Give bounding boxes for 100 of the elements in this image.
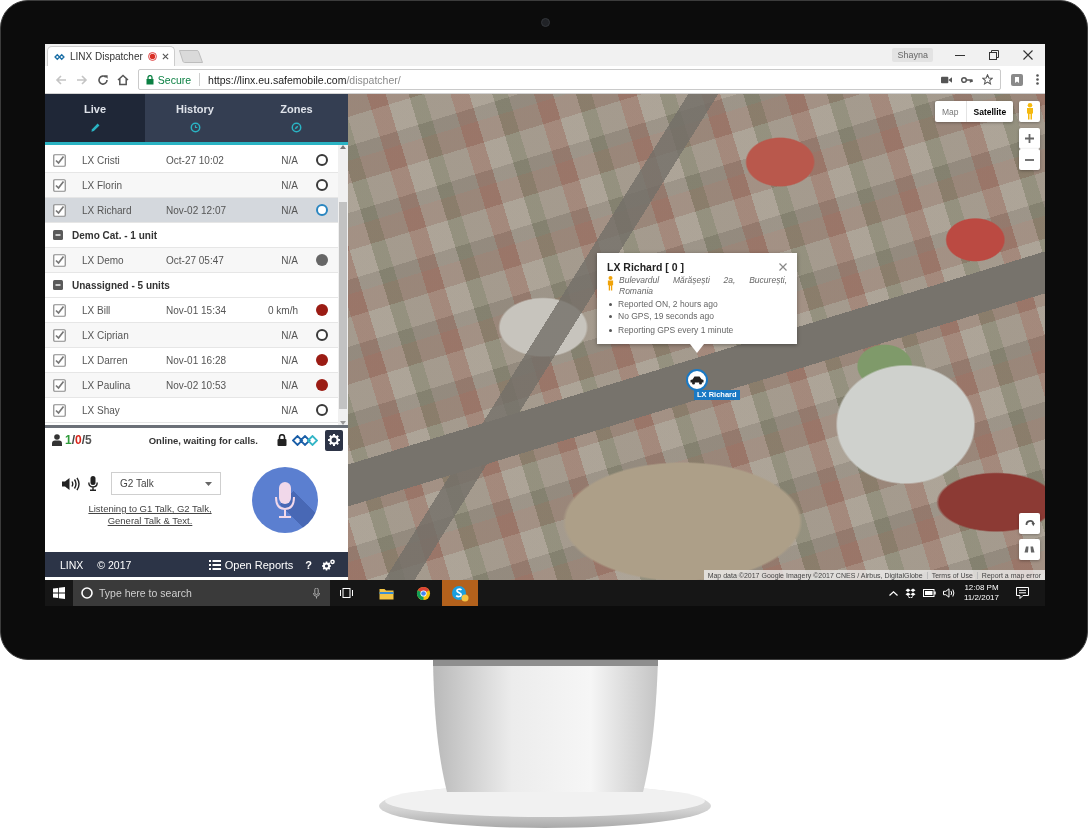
clock-icon: [189, 122, 201, 133]
pegman-icon: [1025, 103, 1034, 120]
group-label: Unassigned - 5 units: [72, 279, 170, 291]
scrollbar[interactable]: [338, 145, 348, 425]
last-report-time: Oct-27 10:02: [166, 154, 225, 166]
zoom-in-button[interactable]: [1019, 128, 1040, 149]
lock-icon: [145, 74, 154, 85]
microphone-icon[interactable]: [88, 476, 98, 491]
sidebar-tab[interactable]: Live: [45, 94, 145, 142]
taskbar-time[interactable]: 12:08 PM: [964, 583, 999, 593]
video-camera-icon[interactable]: [940, 75, 952, 84]
unit-speed: N/A: [280, 354, 298, 366]
extension-icon[interactable]: [1010, 73, 1023, 86]
address-bar[interactable]: Secure https://linx.eu.safemobile.com/dispatcher/: [137, 69, 1001, 90]
sidebar-tab[interactable]: History: [145, 94, 245, 142]
unit-speed: N/A: [280, 254, 298, 266]
scrollbar-thumb[interactable]: [339, 202, 347, 409]
unit-name: LX Ciprian: [82, 329, 130, 341]
speaker-icon[interactable]: [62, 476, 80, 491]
close-icon[interactable]: [161, 53, 169, 60]
satellite-map-photo[interactable]: [348, 94, 1045, 580]
rotate-button[interactable]: [1019, 513, 1040, 534]
microphone-icon: [275, 482, 295, 518]
tilt-button[interactable]: [1019, 539, 1040, 560]
help-button[interactable]: ?: [305, 558, 312, 571]
checkbox[interactable]: [53, 328, 66, 342]
profile-name[interactable]: Shayna: [892, 48, 933, 62]
connection-status-text: Online, waiting for calls.: [148, 434, 258, 446]
box-icon[interactable]: [905, 588, 916, 598]
unit-speed: N/A: [280, 379, 298, 391]
diamond-logo-icon: [292, 434, 318, 446]
unit-row[interactable]: LX Ciprian N/A: [45, 323, 338, 348]
unit-row[interactable]: LX Paulina Nov-02 10:53 N/A: [45, 373, 338, 398]
checkbox[interactable]: [53, 353, 66, 367]
checkbox[interactable]: [53, 378, 66, 392]
collapse-icon[interactable]: [53, 230, 63, 240]
minus-icon: [1025, 158, 1034, 161]
copyright-text: © 2017: [97, 558, 132, 571]
listening-channels-link[interactable]: Listening to G1 Talk, G2 Talk, General Talk & Text.: [75, 503, 225, 527]
url-text: https://linx.eu.safemobile.com/dispatcher/: [208, 73, 401, 86]
volume-icon[interactable]: [943, 588, 955, 598]
camera-dot-icon: [540, 18, 550, 27]
checkbox[interactable]: [53, 178, 66, 192]
last-report-time: Nov-02 10:53: [166, 379, 228, 391]
open-reports-button[interactable]: Open Reports: [208, 558, 294, 571]
rotate-icon: [1024, 518, 1035, 529]
secure-label: Secure: [157, 73, 192, 86]
list-icon: [208, 559, 221, 570]
reload-icon[interactable]: [96, 73, 109, 86]
checkbox[interactable]: [53, 203, 66, 217]
checkbox[interactable]: [53, 153, 66, 167]
key-icon[interactable]: [960, 75, 973, 84]
unit-row[interactable]: LX Richard Nov-02 12:07 N/A: [45, 198, 338, 223]
sidebar-tab[interactable]: Zones: [245, 94, 348, 142]
restore-icon[interactable]: [989, 50, 999, 60]
map-type-tab[interactable]: Map: [935, 101, 966, 122]
settings-button[interactable]: [325, 429, 343, 451]
zoom-out-button[interactable]: [1019, 149, 1040, 170]
unit-row[interactable]: LX Florin N/A: [45, 173, 338, 198]
windows-start-icon[interactable]: [53, 587, 65, 599]
unit-speed: N/A: [280, 154, 298, 166]
circle-icon: [81, 587, 93, 599]
folder-icon: [378, 586, 394, 600]
checkbox[interactable]: [53, 403, 66, 417]
close-icon[interactable]: [1023, 50, 1033, 60]
caret-icon: [205, 481, 212, 486]
settings-icon: [328, 434, 340, 446]
task-view-icon[interactable]: [340, 588, 353, 598]
collapse-icon[interactable]: [53, 280, 63, 290]
home-icon[interactable]: [117, 73, 130, 86]
channel-dropdown[interactable]: G2 Talk: [111, 472, 221, 495]
checkbox[interactable]: [53, 303, 66, 317]
browser-icon: [415, 585, 431, 601]
menu-dots-icon[interactable]: [1035, 74, 1039, 85]
unit-name: LX Paulina: [82, 379, 132, 391]
notification-icon[interactable]: [1016, 587, 1029, 599]
unit-row[interactable]: LX Demo Oct-27 05:47 N/A: [45, 248, 338, 273]
diamond-logo-icon: [54, 52, 65, 61]
unit-name: LX Florin: [82, 179, 123, 191]
unit-name: LX Demo: [82, 254, 125, 266]
browser-tab[interactable]: LINX Dispatcher: [47, 46, 175, 66]
bullet-icon: [609, 314, 612, 318]
last-report-time: Nov-02 12:07: [166, 204, 228, 216]
gears-icon[interactable]: [322, 558, 335, 571]
popup-address: Bulevardul Mărășești 2a, București, Romania: [619, 275, 787, 297]
checkbox[interactable]: [53, 253, 66, 267]
group-header[interactable]: Unassigned - 5 units: [45, 273, 338, 298]
last-report-time: Nov-01 15:34: [166, 304, 228, 316]
unit-row[interactable]: LX Shay N/A: [45, 398, 338, 423]
taskbar-search-field[interactable]: Type here to search: [73, 580, 330, 606]
unit-name: LX Richard: [82, 204, 133, 216]
chat-icon: [451, 584, 469, 602]
group-label: Demo Cat. - 1 unit: [72, 229, 157, 241]
map-type-tab[interactable]: Satellite: [965, 101, 1014, 122]
taskbar-date[interactable]: 11/2/2017: [964, 593, 999, 603]
unit-speed: N/A: [280, 329, 298, 341]
star-icon[interactable]: [981, 74, 993, 85]
padlock-icon: [277, 434, 287, 446]
battery-icon[interactable]: [923, 589, 936, 597]
chevron-up-icon[interactable]: [889, 590, 898, 596]
